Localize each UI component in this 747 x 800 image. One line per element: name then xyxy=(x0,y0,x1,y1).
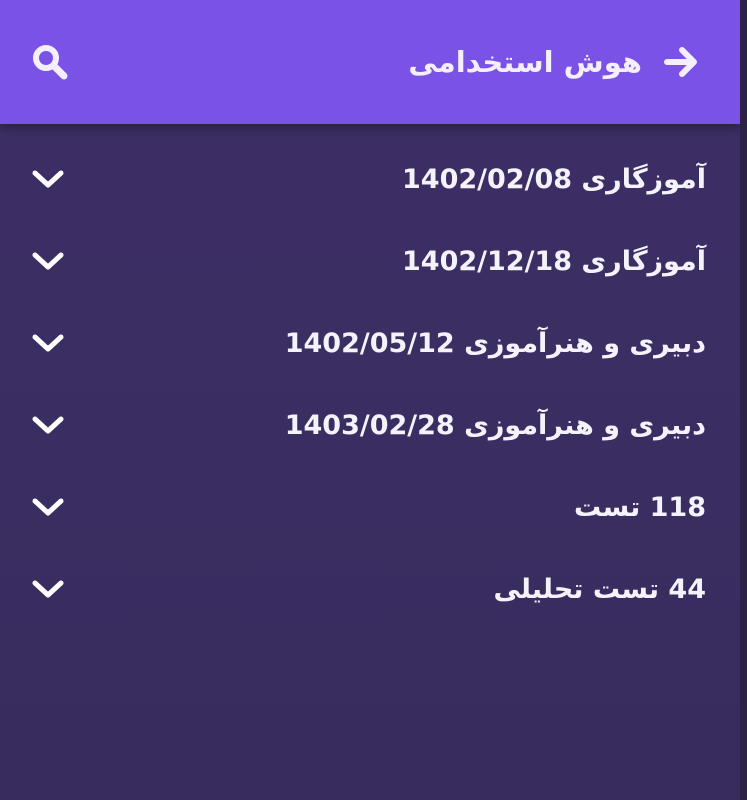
arrow-right-icon[interactable] xyxy=(662,42,702,82)
list-item[interactable]: آموزگاری 1402/02/08 xyxy=(0,138,740,220)
list-item-label: دبیری و هنرآموزی 1403/02/28 xyxy=(284,409,706,441)
list-item[interactable]: دبیری و هنرآموزی 1403/02/28 xyxy=(0,384,740,466)
chevron-down-icon[interactable] xyxy=(30,571,66,607)
app-screen: هوش استخدامی آموزگاری 1402/02/08 آموزگار… xyxy=(0,0,747,800)
list-item-label: آموزگاری 1402/12/18 xyxy=(402,245,706,277)
chevron-down-icon[interactable] xyxy=(30,407,66,443)
list-item-label: دبیری و هنرآموزی 1402/05/12 xyxy=(284,327,706,359)
list-item-label: آموزگاری 1402/02/08 xyxy=(402,163,706,195)
screen-edge xyxy=(740,0,747,800)
chevron-down-icon[interactable] xyxy=(30,489,66,525)
chevron-down-icon[interactable] xyxy=(30,161,66,197)
list-item[interactable]: آموزگاری 1402/12/18 xyxy=(0,220,740,302)
list-item-label: 44 تست تحلیلی xyxy=(493,573,706,605)
list-item-label: 118 تست xyxy=(574,491,706,523)
app-header: هوش استخدامی xyxy=(0,0,740,124)
chevron-down-icon[interactable] xyxy=(30,325,66,361)
list-item[interactable]: دبیری و هنرآموزی 1402/05/12 xyxy=(0,302,740,384)
page-title: هوش استخدامی xyxy=(408,45,642,79)
list-item[interactable]: 44 تست تحلیلی xyxy=(0,548,740,630)
header-title-group: هوش استخدامی xyxy=(408,42,702,82)
chevron-down-icon[interactable] xyxy=(30,243,66,279)
category-list: آموزگاری 1402/02/08 آموزگاری 1402/12/18 … xyxy=(0,138,740,630)
list-item[interactable]: 118 تست xyxy=(0,466,740,548)
search-icon[interactable] xyxy=(28,40,72,84)
